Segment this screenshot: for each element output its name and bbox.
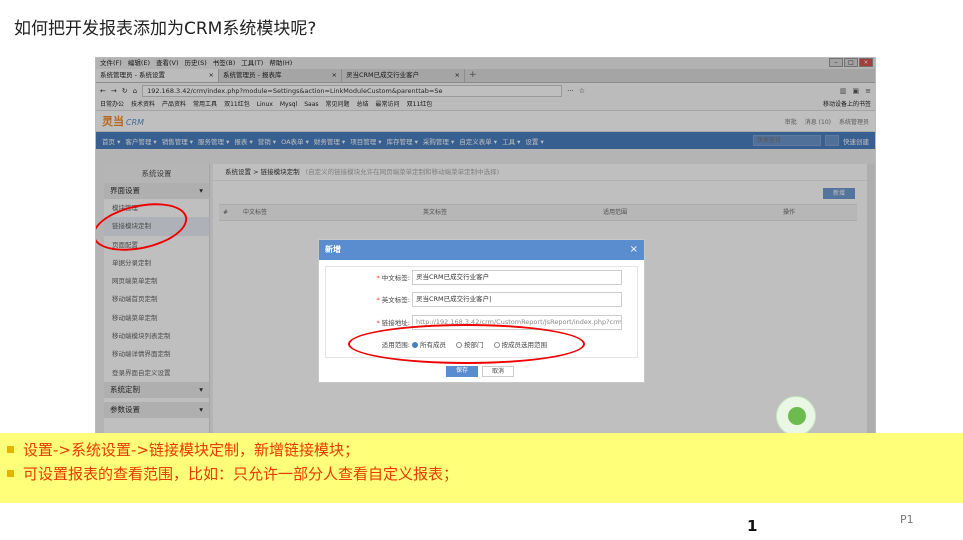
notes-box: 设置->系统设置->链接模块定制，新增链接模块； 可设置报表的查看范围，比如：只… [0, 433, 963, 503]
page-number: 1 [747, 517, 758, 535]
en-label-input[interactable]: 灵当CRM已成交行业客户| [412, 292, 622, 307]
bullet-icon [7, 470, 14, 477]
field-label: * 中文标签: [376, 274, 410, 282]
dialog-buttons: 保存 取消 [446, 366, 514, 377]
form-row: * 英文标签: 灵当CRM已成交行业客户| [326, 292, 639, 310]
field-label: * 英文标签: [376, 296, 410, 304]
close-icon[interactable]: × [630, 240, 638, 260]
dialog-title: 新增 × [319, 240, 644, 260]
note-item: 设置->系统设置->链接模块定制，新增链接模块； [7, 439, 359, 460]
annotation-circle [348, 324, 585, 364]
browser-screenshot: 文件(F) 编辑(E) 查看(V) 历史(S) 书签(B) 工具(T) 帮助(H… [95, 57, 876, 435]
save-button[interactable]: 保存 [446, 366, 478, 377]
page-label: P1 [900, 513, 914, 526]
slide-title: 如何把开发报表添加为CRM系统模块呢? [14, 19, 317, 39]
form-row: * 中文标签: 灵当CRM已成交行业客户 [326, 270, 639, 288]
bullet-icon [7, 446, 14, 453]
cn-label-input[interactable]: 灵当CRM已成交行业客户 [412, 270, 622, 285]
note-item: 可设置报表的查看范围，比如：只允许一部分人查看自定义报表； [7, 463, 458, 484]
assistant-avatar-icon[interactable] [776, 396, 816, 434]
cancel-button[interactable]: 取消 [482, 366, 514, 377]
